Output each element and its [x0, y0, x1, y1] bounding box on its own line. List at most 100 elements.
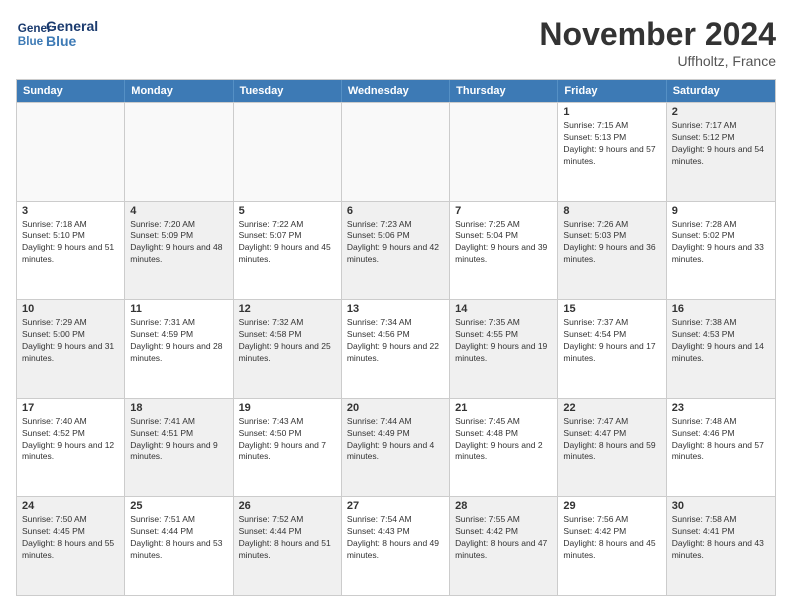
day-number: 6	[347, 205, 444, 217]
day-info: Sunrise: 7:25 AM Sunset: 5:04 PM Dayligh…	[455, 219, 552, 267]
day-number: 12	[239, 303, 336, 315]
page: General Blue General Blue November 2024 …	[0, 0, 792, 612]
empty-cell	[17, 103, 125, 201]
calendar: SundayMondayTuesdayWednesdayThursdayFrid…	[16, 79, 776, 596]
day-cell-17: 17 Sunrise: 7:40 AM Sunset: 4:52 PM Dayli…	[17, 399, 125, 497]
day-info: Sunrise: 7:48 AM Sunset: 4:46 PM Dayligh…	[672, 416, 770, 464]
day-number: 29	[563, 500, 660, 512]
header-cell-saturday: Saturday	[667, 80, 775, 102]
day-number: 28	[455, 500, 552, 512]
logo-general: General	[46, 19, 98, 34]
day-info: Sunrise: 7:38 AM Sunset: 4:53 PM Dayligh…	[672, 317, 770, 365]
day-cell-30: 30 Sunrise: 7:58 AM Sunset: 4:41 PM Dayli…	[667, 497, 775, 595]
day-number: 9	[672, 205, 770, 217]
day-info: Sunrise: 7:29 AM Sunset: 5:00 PM Dayligh…	[22, 317, 119, 365]
header-cell-tuesday: Tuesday	[234, 80, 342, 102]
day-cell-14: 14Sunrise: 7:35 AM Sunset: 4:55 PM Dayli…	[450, 300, 558, 398]
day-cell-29: 29Sunrise: 7:56 AM Sunset: 4:42 PM Dayli…	[558, 497, 666, 595]
day-info: Sunrise: 7:34 AM Sunset: 4:56 PM Dayligh…	[347, 317, 444, 365]
day-cell-19: 19 Sunrise: 7:43 AM Sunset: 4:50 PM Dayli…	[234, 399, 342, 497]
day-info: Sunrise: 7:45 AM Sunset: 4:48 PM Dayligh…	[455, 416, 552, 464]
day-info: Sunrise: 7:44 AM Sunset: 4:49 PM Dayligh…	[347, 416, 444, 464]
calendar-body: 1 Sunrise: 7:15 AM Sunset: 5:13 PM Daylig…	[17, 102, 775, 595]
day-cell-6: 6Sunrise: 7:23 AM Sunset: 5:06 PM Daylig…	[342, 202, 450, 300]
day-number: 1	[563, 106, 660, 118]
day-info: Sunrise: 7:28 AM Sunset: 5:02 PM Dayligh…	[672, 219, 770, 267]
day-info: Sunrise: 7:32 AM Sunset: 4:58 PM Dayligh…	[239, 317, 336, 365]
calendar-row-0: 1 Sunrise: 7:15 AM Sunset: 5:13 PM Daylig…	[17, 102, 775, 201]
day-number: 10	[22, 303, 119, 315]
day-number: 11	[130, 303, 227, 315]
day-number: 27	[347, 500, 444, 512]
day-number: 26	[239, 500, 336, 512]
day-info: Sunrise: 7:54 AM Sunset: 4:43 PM Dayligh…	[347, 514, 444, 562]
day-cell-22: 22Sunrise: 7:47 AM Sunset: 4:47 PM Dayli…	[558, 399, 666, 497]
day-cell-18: 18Sunrise: 7:41 AM Sunset: 4:51 PM Dayli…	[125, 399, 233, 497]
day-number: 2	[672, 106, 770, 118]
day-info: Sunrise: 7:31 AM Sunset: 4:59 PM Dayligh…	[130, 317, 227, 365]
day-cell-16: 16Sunrise: 7:38 AM Sunset: 4:53 PM Dayli…	[667, 300, 775, 398]
day-number: 21	[455, 402, 552, 414]
day-number: 4	[130, 205, 227, 217]
day-number: 30	[672, 500, 770, 512]
day-info: Sunrise: 7:37 AM Sunset: 4:54 PM Dayligh…	[563, 317, 660, 365]
day-info: Sunrise: 7:51 AM Sunset: 4:44 PM Dayligh…	[130, 514, 227, 562]
day-cell-5: 5Sunrise: 7:22 AM Sunset: 5:07 PM Daylig…	[234, 202, 342, 300]
day-cell-9: 9 Sunrise: 7:28 AM Sunset: 5:02 PM Daylig…	[667, 202, 775, 300]
day-number: 13	[347, 303, 444, 315]
day-info: Sunrise: 7:52 AM Sunset: 4:44 PM Dayligh…	[239, 514, 336, 562]
empty-cell	[234, 103, 342, 201]
day-number: 7	[455, 205, 552, 217]
day-info: Sunrise: 7:20 AM Sunset: 5:09 PM Dayligh…	[130, 219, 227, 267]
day-cell-10: 10 Sunrise: 7:29 AM Sunset: 5:00 PM Dayli…	[17, 300, 125, 398]
day-cell-12: 12 Sunrise: 7:32 AM Sunset: 4:58 PM Dayli…	[234, 300, 342, 398]
day-number: 18	[130, 402, 227, 414]
day-info: Sunrise: 7:50 AM Sunset: 4:45 PM Dayligh…	[22, 514, 119, 562]
day-info: Sunrise: 7:17 AM Sunset: 5:12 PM Dayligh…	[672, 120, 770, 168]
day-number: 20	[347, 402, 444, 414]
svg-text:Blue: Blue	[18, 35, 44, 48]
day-cell-13: 13 Sunrise: 7:34 AM Sunset: 4:56 PM Dayli…	[342, 300, 450, 398]
day-number: 15	[563, 303, 660, 315]
day-number: 5	[239, 205, 336, 217]
calendar-row-4: 24 Sunrise: 7:50 AM Sunset: 4:45 PM Dayli…	[17, 496, 775, 595]
header: General Blue General Blue November 2024 …	[16, 16, 776, 69]
logo-blue: Blue	[46, 34, 98, 49]
empty-cell	[342, 103, 450, 201]
day-cell-1: 1 Sunrise: 7:15 AM Sunset: 5:13 PM Daylig…	[558, 103, 666, 201]
day-info: Sunrise: 7:58 AM Sunset: 4:41 PM Dayligh…	[672, 514, 770, 562]
day-number: 22	[563, 402, 660, 414]
day-info: Sunrise: 7:15 AM Sunset: 5:13 PM Dayligh…	[563, 120, 660, 168]
day-number: 8	[563, 205, 660, 217]
header-cell-monday: Monday	[125, 80, 233, 102]
calendar-row-1: 3 Sunrise: 7:18 AM Sunset: 5:10 PM Daylig…	[17, 201, 775, 300]
calendar-row-3: 17 Sunrise: 7:40 AM Sunset: 4:52 PM Dayli…	[17, 398, 775, 497]
day-info: Sunrise: 7:35 AM Sunset: 4:55 PM Dayligh…	[455, 317, 552, 365]
day-cell-21: 21 Sunrise: 7:45 AM Sunset: 4:48 PM Dayli…	[450, 399, 558, 497]
header-cell-thursday: Thursday	[450, 80, 558, 102]
day-number: 3	[22, 205, 119, 217]
day-cell-4: 4 Sunrise: 7:20 AM Sunset: 5:09 PM Daylig…	[125, 202, 233, 300]
day-info: Sunrise: 7:55 AM Sunset: 4:42 PM Dayligh…	[455, 514, 552, 562]
empty-cell	[450, 103, 558, 201]
day-cell-15: 15 Sunrise: 7:37 AM Sunset: 4:54 PM Dayli…	[558, 300, 666, 398]
month-title: November 2024	[539, 16, 776, 53]
calendar-row-2: 10 Sunrise: 7:29 AM Sunset: 5:00 PM Dayli…	[17, 299, 775, 398]
day-number: 24	[22, 500, 119, 512]
day-cell-23: 23 Sunrise: 7:48 AM Sunset: 4:46 PM Dayli…	[667, 399, 775, 497]
day-number: 17	[22, 402, 119, 414]
day-info: Sunrise: 7:40 AM Sunset: 4:52 PM Dayligh…	[22, 416, 119, 464]
day-cell-25: 25 Sunrise: 7:51 AM Sunset: 4:44 PM Dayli…	[125, 497, 233, 595]
day-cell-7: 7 Sunrise: 7:25 AM Sunset: 5:04 PM Daylig…	[450, 202, 558, 300]
day-number: 23	[672, 402, 770, 414]
day-cell-3: 3 Sunrise: 7:18 AM Sunset: 5:10 PM Daylig…	[17, 202, 125, 300]
header-cell-friday: Friday	[558, 80, 666, 102]
day-cell-2: 2 Sunrise: 7:17 AM Sunset: 5:12 PM Daylig…	[667, 103, 775, 201]
day-info: Sunrise: 7:43 AM Sunset: 4:50 PM Dayligh…	[239, 416, 336, 464]
day-cell-24: 24 Sunrise: 7:50 AM Sunset: 4:45 PM Dayli…	[17, 497, 125, 595]
day-number: 25	[130, 500, 227, 512]
header-cell-sunday: Sunday	[17, 80, 125, 102]
day-info: Sunrise: 7:26 AM Sunset: 5:03 PM Dayligh…	[563, 219, 660, 267]
day-number: 19	[239, 402, 336, 414]
day-info: Sunrise: 7:18 AM Sunset: 5:10 PM Dayligh…	[22, 219, 119, 267]
